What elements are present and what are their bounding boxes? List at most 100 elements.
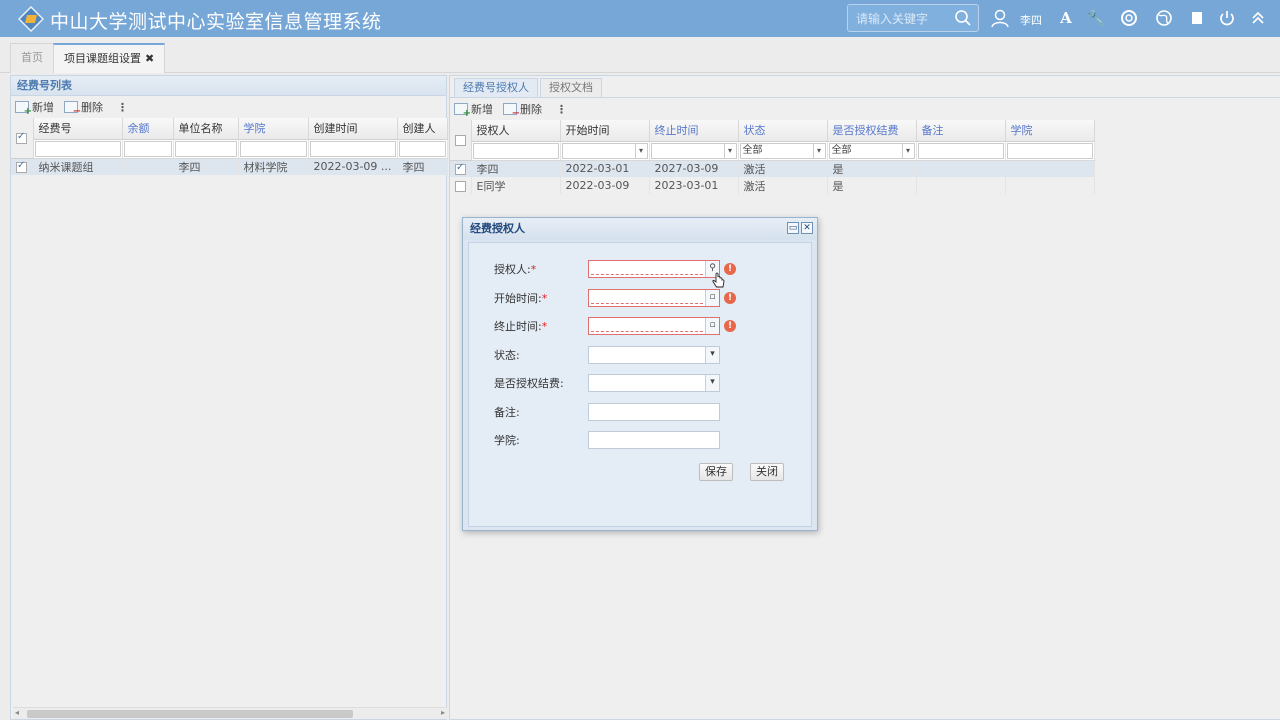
field-start-time: 开始时间:* ▫ ! [494,288,736,308]
row-checkbox[interactable] [16,160,27,173]
col-start-time[interactable]: 开始时间 [560,120,650,142]
field-remark: 备注: [494,402,720,422]
filter-input[interactable] [398,140,446,157]
search-input[interactable] [856,10,951,28]
col-balance[interactable]: 余额 [122,118,174,140]
filter-input[interactable] [34,140,121,157]
remark-input[interactable] [588,403,720,421]
filter-date-select[interactable]: ▾ [650,142,737,159]
scroll-left-icon[interactable]: ◂ [15,708,19,717]
delete-button[interactable]: 删除 [503,101,542,119]
tab-authorization-docs[interactable]: 授权文档 [540,78,602,97]
filter-auth-select[interactable]: 全部 ▾ [828,142,915,159]
filter-input[interactable] [174,140,237,157]
table-row[interactable]: E同学 2022-03-09 2023-03-01 激活 是 [450,177,1095,194]
tab-project-group-settings[interactable]: 项目课题组设置 ✖ [53,43,166,73]
authorizer-grid: 授权人 开始时间 终止时间 状态 是否授权结费 备注 学院 ▾ ▾ 全部 ▾ 全部… [450,120,1095,194]
user-icon[interactable] [990,8,1010,28]
col-unit-name[interactable]: 单位名称 [173,118,239,140]
col-remark[interactable]: 备注 [916,120,1006,142]
dialog-title: 经费授权人 [463,218,817,240]
delete-icon [503,103,520,119]
power-icon[interactable] [1217,8,1237,28]
close-icon[interactable]: ✕ [801,222,813,234]
close-tab-icon[interactable]: ✖ [145,52,154,65]
error-icon: ! [724,320,736,332]
col-authorizer[interactable]: 授权人 [471,120,561,142]
username-label[interactable]: 李四 [1020,12,1042,28]
maximize-icon[interactable]: ▭ [787,222,799,234]
add-button[interactable]: 新增 [15,99,54,117]
col-creator[interactable]: 创建人 [397,118,448,140]
dialog-body: 授权人:* ⚲ ! 开始时间:* ▫ ! 终止时间:* ▫ ! 状态: ▾ 是否… [468,242,812,527]
add-icon [454,103,471,119]
col-end-time[interactable]: 终止时间 [649,120,739,142]
fund-number-panel: 经费号列表 新增 删除 ⋮ 经费号 余额 单位名称 学院 创建时间 创建人 纳米… [10,75,448,720]
add-icon [15,101,32,117]
globe-icon[interactable] [1154,8,1174,28]
table-row[interactable]: 李四 2022-03-01 2027-03-09 激活 是 [450,160,1095,177]
tab-label: 项目课题组设置 [64,52,141,65]
collapse-up-icon[interactable] [1248,8,1268,28]
app-logo-icon [18,6,44,32]
left-toolbar: 新增 删除 ⋮ [11,96,446,118]
auth-person-input[interactable]: ⚲ [588,260,720,278]
select-all-checkbox[interactable] [455,134,466,146]
more-options-icon[interactable]: ⋮ [113,101,132,114]
horizontal-scrollbar[interactable]: ◂ ▸ [13,707,447,719]
col-created-time[interactable]: 创建时间 [308,118,398,140]
hand-cursor-icon [712,272,725,288]
top-bar: 中山大学测试中心实验室信息管理系统 李四 A 🔧 [0,0,1280,37]
col-fund-no[interactable]: 经费号 [33,118,123,140]
calendar-icon[interactable]: ▫ [705,290,719,306]
filter-input[interactable] [123,140,172,157]
search-icon[interactable] [954,9,972,27]
end-time-input[interactable]: ▫ [588,317,720,335]
close-button[interactable]: 关闭 [750,463,784,481]
start-time-input[interactable]: ▫ [588,289,720,307]
right-toolbar: 新增 删除 ⋮ [450,98,1280,120]
delete-button[interactable]: 删除 [64,99,103,117]
book-icon[interactable] [1187,8,1207,28]
search-box[interactable] [847,4,979,32]
col-is-authorized[interactable]: 是否授权结费 [827,120,917,142]
filter-input[interactable] [917,142,1004,159]
table-row[interactable]: 纳米课题组 李四 材料学院 2022-03-09 ... 李四 [11,158,448,175]
save-button[interactable]: 保存 [699,463,733,481]
college-input[interactable] [588,431,720,449]
field-is-authorized: 是否授权结费: ▾ [494,373,720,393]
filter-status-select[interactable]: 全部 ▾ [739,142,826,159]
wrench-icon[interactable]: 🔧 [1086,8,1106,28]
app-title: 中山大学测试中心实验室信息管理系统 [50,11,382,33]
col-college[interactable]: 学院 [238,118,309,140]
field-end-time: 终止时间:* ▫ ! [494,316,736,336]
more-options-icon[interactable]: ⋮ [552,103,571,116]
status-select[interactable]: ▾ [588,346,720,364]
tab-home[interactable]: 首页 [10,43,54,73]
main-tabstrip: 首页 项目课题组设置 ✖ [0,37,1280,73]
scroll-right-icon[interactable]: ▸ [441,708,445,717]
field-college: 学院: [494,430,720,450]
scrollbar-thumb[interactable] [27,710,353,718]
panel-title: 经费号列表 [11,76,446,96]
is-authorized-select[interactable]: ▾ [588,374,720,392]
add-button[interactable]: 新增 [454,101,493,119]
col-status[interactable]: 状态 [738,120,828,142]
filter-input[interactable] [239,140,307,157]
filter-input[interactable] [1006,142,1093,159]
filter-input[interactable] [472,142,559,159]
delete-icon [64,101,81,117]
select-all-checkbox[interactable] [16,131,27,144]
filter-input[interactable] [309,140,396,157]
font-size-icon[interactable]: A [1056,8,1076,28]
calendar-icon[interactable]: ▫ [705,318,719,334]
fund-number-grid: 经费号 余额 单位名称 学院 创建时间 创建人 纳米课题组 李四 材料学院 20… [11,118,448,175]
filter-date-select[interactable]: ▾ [561,142,648,159]
chevron-down-icon[interactable]: ▾ [705,375,719,391]
col-college[interactable]: 学院 [1005,120,1095,142]
row-checkbox[interactable] [455,180,466,192]
tab-fund-authorizer[interactable]: 经费号授权人 [454,78,538,97]
row-checkbox[interactable] [455,162,466,175]
chevron-down-icon[interactable]: ▾ [705,347,719,363]
help-lifebuoy-icon[interactable] [1119,8,1139,28]
